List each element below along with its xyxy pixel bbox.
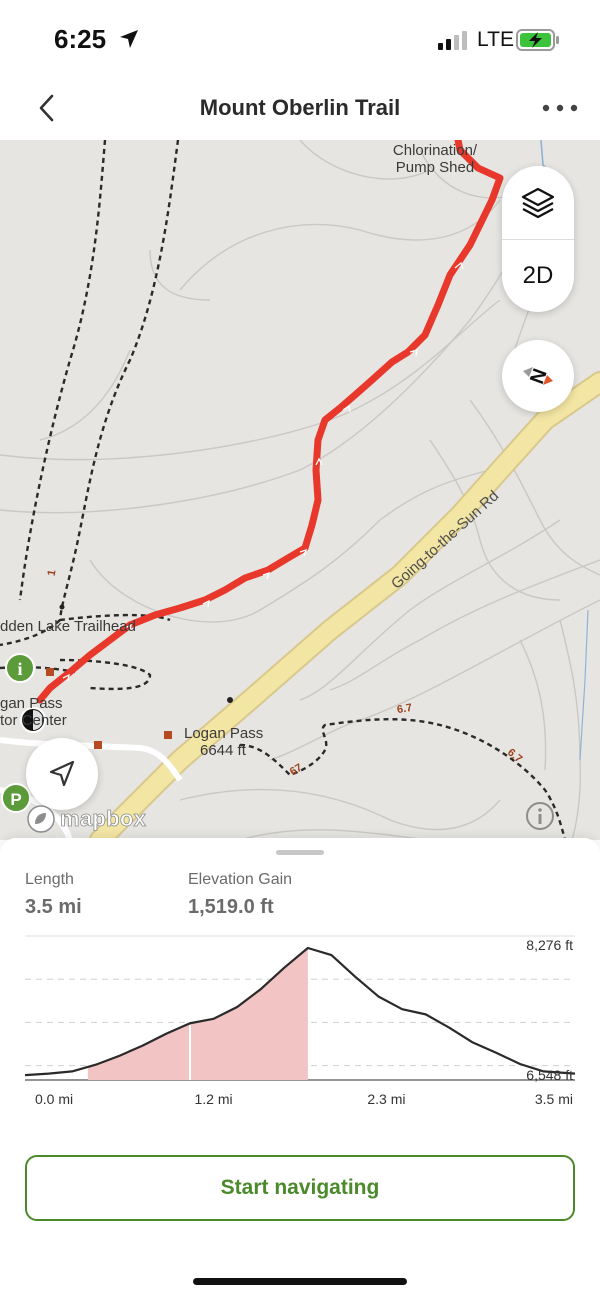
start-navigating-button[interactable]: Start navigating	[25, 1155, 575, 1221]
poi-label-line: tor Center	[0, 712, 67, 729]
poi-label-visitor-center: gan Pass tor Center	[0, 695, 67, 729]
poi-label-trailhead: dden Lake Trailhead	[0, 618, 136, 635]
chart-x-tick-label: 2.3 mi	[367, 1091, 405, 1107]
mapbox-mark-icon	[27, 805, 55, 833]
chart-y-tick-label: 6,548 ft	[526, 1067, 573, 1083]
svg-text:N: N	[526, 366, 552, 387]
svg-text:P: P	[10, 790, 21, 809]
layers-icon	[521, 187, 555, 218]
map-controls: 2D	[502, 166, 574, 312]
chart-x-tick-label: 3.5 mi	[535, 1091, 573, 1107]
length-value: 3.5 mi	[25, 896, 82, 918]
network-type: LTE	[477, 28, 514, 51]
elevation-gain-value: 1,519.0 ft	[188, 896, 274, 918]
poi-label-chlorination: Chlorination/ Pump Shed	[388, 142, 482, 176]
poi-label-line: Pump Shed	[395, 159, 475, 176]
poi-label-logan-pass: Logan Pass 6644 ft	[184, 725, 263, 759]
poi-label-line: gan Pass	[0, 695, 63, 712]
battery-charging-icon	[516, 29, 559, 51]
home-indicator	[193, 1278, 407, 1285]
mapbox-wordmark: mapbox	[60, 806, 147, 832]
more-options-icon[interactable]	[540, 96, 580, 120]
compass-north-icon: N	[523, 366, 553, 387]
nav-bar: Mount Oberlin Trail	[0, 80, 600, 140]
trail-details-sheet: Length 3.5 mi Elevation Gain 1,519.0 ft …	[0, 838, 600, 1299]
status-bar: 6:25 LTE	[0, 0, 600, 80]
poi-label-line: Chlorination/	[392, 142, 478, 159]
mapbox-logo: mapbox	[26, 804, 146, 834]
poi-label-line: Logan Pass	[184, 725, 264, 742]
signal-strength-icon	[438, 31, 467, 50]
elevation-gain-label: Elevation Gain	[188, 871, 293, 888]
length-label: Length	[25, 871, 74, 888]
elevation-profile-chart[interactable]: 8,276 ft 6,548 ft 0.0 mi 1.2 mi 2.3 mi 3.5 mi	[0, 928, 600, 1128]
compass-button[interactable]: N	[502, 340, 574, 412]
chart-highlight-area	[87, 948, 308, 1080]
navigation-arrow-icon	[49, 760, 75, 787]
chart-y-tick-label: 8,276 ft	[526, 937, 573, 953]
chart-x-tick-label: 1.2 mi	[195, 1091, 233, 1107]
page-title: Mount Oberlin Trail	[199, 95, 401, 120]
status-time: 6:25	[54, 24, 107, 54]
sheet-grabber[interactable]	[276, 850, 324, 855]
toggle-2d-button[interactable]: 2D	[502, 240, 574, 312]
locate-me-button[interactable]	[26, 738, 98, 810]
poi-label-line: 6644 ft	[200, 742, 246, 759]
location-arrow-icon	[120, 30, 138, 48]
attribution-info-icon[interactable]	[524, 800, 556, 832]
chart-x-tick-label: 0.0 mi	[35, 1091, 73, 1107]
map-layers-button[interactable]	[502, 166, 574, 239]
svg-text:i: i	[17, 659, 22, 679]
